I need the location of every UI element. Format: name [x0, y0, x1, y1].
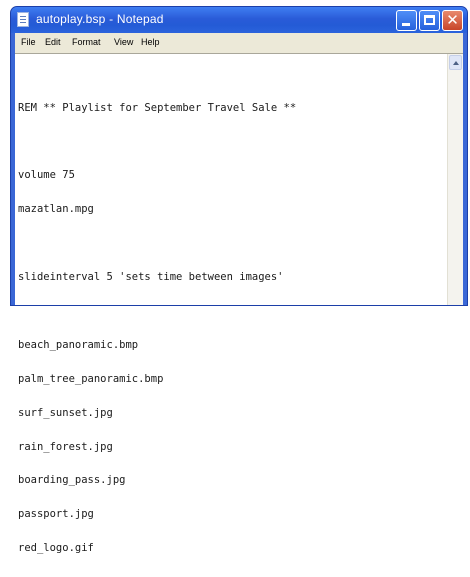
- text-line: beach_panoramic.bmp: [18, 338, 139, 351]
- text-line: volume 75: [18, 169, 75, 182]
- text-line: rain_forest.jpg: [18, 440, 113, 453]
- text-line: mazatlan.mpg: [18, 203, 94, 216]
- window-title: autoplay.bsp - Notepad: [36, 12, 164, 26]
- text-line: [18, 306, 296, 317]
- text-line: palm_tree_panoramic.bmp: [18, 372, 164, 385]
- menu-view[interactable]: View: [114, 37, 133, 47]
- text-line: boarding_pass.jpg: [18, 474, 126, 487]
- title-bar[interactable]: autoplay.bsp - Notepad ✕: [11, 7, 467, 33]
- text-line: [18, 238, 296, 249]
- text-line: red_logo.gif: [18, 542, 94, 555]
- minimize-button[interactable]: [396, 10, 417, 31]
- menu-help[interactable]: Help: [141, 37, 160, 47]
- vertical-scrollbar[interactable]: [447, 54, 463, 305]
- menu-format[interactable]: Format: [72, 37, 101, 47]
- text-line: passport.jpg: [18, 508, 94, 521]
- minimize-icon: [402, 23, 410, 26]
- editor-text: REM ** Playlist for September Travel Sal…: [18, 80, 296, 577]
- editor-client-area: REM ** Playlist for September Travel Sal…: [15, 53, 463, 554]
- text-line: REM ** Playlist for September Travel Sal…: [18, 101, 297, 114]
- text-line: surf_sunset.jpg: [18, 406, 113, 419]
- menu-edit[interactable]: Edit: [45, 37, 61, 47]
- text-line: [18, 136, 296, 147]
- menu-bar: File Edit Format View Help: [15, 33, 463, 53]
- scroll-up-arrow-icon[interactable]: [449, 55, 462, 70]
- close-icon: ✕: [446, 11, 459, 29]
- desktop: autoplay.bsp - Notepad ✕ File Edit Forma…: [0, 0, 470, 554]
- menu-file[interactable]: File: [21, 37, 36, 47]
- maximize-button[interactable]: [419, 10, 440, 31]
- maximize-icon: [424, 15, 435, 25]
- text-line: slideinterval 5 'sets time between image…: [18, 271, 284, 284]
- text-editor[interactable]: REM ** Playlist for September Travel Sal…: [15, 54, 447, 554]
- notepad-icon[interactable]: [17, 12, 29, 27]
- close-button[interactable]: ✕: [442, 10, 463, 31]
- notepad-window: autoplay.bsp - Notepad ✕ File Edit Forma…: [10, 6, 468, 554]
